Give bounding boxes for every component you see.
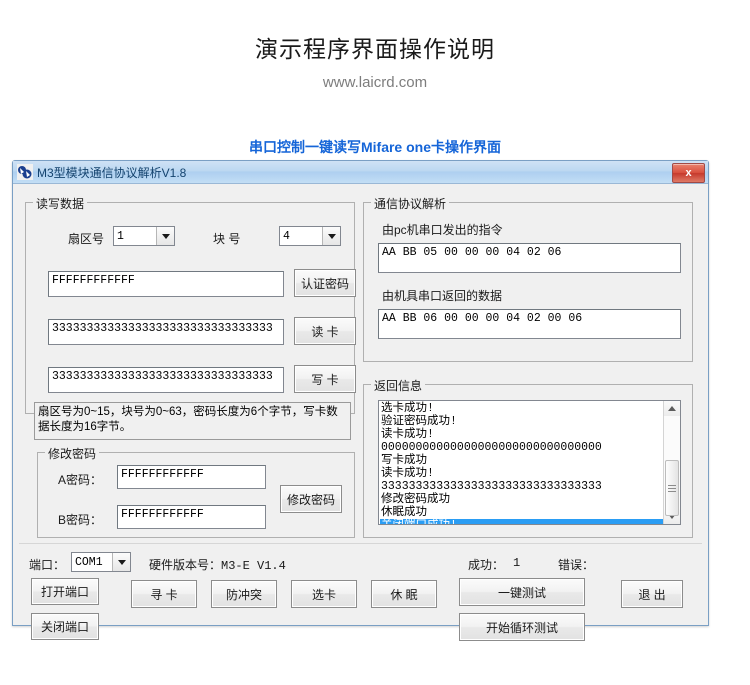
application-window: M3型模块通信协议解析V1.8 x 读写数据 扇区号 1 块 号 4 FFFFF…	[12, 160, 709, 641]
scroll-up-icon[interactable]	[664, 401, 680, 416]
password-input[interactable]: FFFFFFFFFFFF	[48, 271, 284, 297]
read-data-input[interactable]: 33333333333333333333333333333333	[48, 319, 284, 345]
window-titlebar: M3型模块通信协议解析V1.8 x	[13, 161, 708, 184]
list-item[interactable]: 修改密码成功	[380, 493, 663, 506]
chevron-down-icon	[322, 227, 340, 245]
read-card-button[interactable]: 读 卡	[294, 317, 356, 345]
return-info-listbox[interactable]: 选卡成功! 验证密码成功! 读卡成功! 00000000000000000000000…	[378, 400, 681, 525]
page-title: 演示程序界面操作说明	[255, 36, 495, 62]
list-item[interactable]: 00000000000000000000000000000000	[380, 441, 663, 454]
return-info-items: 选卡成功! 验证密码成功! 读卡成功! 00000000000000000000000…	[379, 401, 663, 524]
return-info-group-legend: 返回信息	[371, 377, 426, 394]
list-item[interactable]: 关闭端口成功!	[380, 519, 663, 524]
success-count: 1	[513, 556, 521, 570]
modify-password-button[interactable]: 修改密码	[280, 485, 342, 513]
password-a-input[interactable]: FFFFFFFFFFFF	[117, 465, 266, 489]
anticollision-button[interactable]: 防冲突	[211, 580, 277, 608]
window-client-area: 读写数据 扇区号 1 块 号 4 FFFFFFFFFFFF 认证密码 33333…	[13, 184, 708, 641]
close-port-button[interactable]: 关闭端口	[31, 613, 99, 640]
list-item[interactable]: 读卡成功!	[380, 428, 663, 441]
list-item[interactable]: 读卡成功!	[380, 467, 663, 480]
bottom-divider	[19, 543, 702, 544]
port-select[interactable]: COM1	[71, 552, 131, 572]
password-a-label: A密码：	[58, 473, 103, 487]
protocol-group-legend: 通信协议解析	[371, 195, 450, 212]
window-title: M3型模块通信协议解析V1.8	[37, 165, 187, 180]
list-item[interactable]: 写卡成功	[380, 454, 663, 467]
find-card-button[interactable]: 寻 卡	[131, 580, 197, 608]
scrollbar-track[interactable]	[664, 416, 680, 516]
usage-hint-text: 扇区号为0~15，块号为0~63，密码长度为6个字节，写卡数据长度为16字节。	[34, 402, 351, 440]
select-card-button[interactable]: 选卡	[291, 580, 357, 608]
password-b-label: B密码：	[58, 513, 103, 527]
auth-password-button[interactable]: 认证密码	[294, 269, 356, 297]
block-select[interactable]: 4	[279, 226, 341, 246]
modify-password-group-legend: 修改密码	[45, 445, 100, 462]
hardware-version-label: 硬件版本号：M3-E V1.4	[149, 559, 286, 573]
password-b-input[interactable]: FFFFFFFFFFFF	[117, 505, 266, 529]
scrollbar-thumb[interactable]	[665, 460, 679, 516]
exit-button[interactable]: 退 出	[621, 580, 683, 608]
block-select-value: 4	[283, 229, 290, 243]
received-data-label: 由机具串口返回的数据	[382, 289, 503, 303]
list-item[interactable]: 休眠成功	[380, 506, 663, 519]
one-key-test-button[interactable]: 一键测试	[459, 578, 585, 606]
loop-test-button[interactable]: 开始循环测试	[459, 613, 585, 641]
app-icon	[17, 164, 33, 180]
list-item[interactable]: 33333333333333333333333333333333	[380, 480, 663, 493]
error-label: 错误：	[558, 558, 595, 572]
modify-password-group: 修改密码 A密码： FFFFFFFFFFFF B密码： FFFFFFFFFFFF…	[37, 445, 355, 538]
protocol-group: 通信协议解析 由pc机串口发出的指令 AA BB 05 00 00 00 04 …	[363, 195, 693, 362]
open-port-button[interactable]: 打开端口	[31, 578, 99, 605]
received-data-field[interactable]: AA BB 06 00 00 00 04 02 00 06	[378, 309, 681, 339]
close-button[interactable]: x	[672, 163, 705, 183]
section-caption: 串口控制一键读写Mifare one卡操作界面	[248, 139, 501, 155]
chevron-down-icon	[112, 553, 130, 571]
list-item[interactable]: 选卡成功!	[380, 402, 663, 415]
sector-select-value: 1	[117, 229, 124, 243]
sleep-button[interactable]: 休 眠	[371, 580, 437, 608]
sent-command-label: 由pc机串口发出的指令	[382, 223, 503, 237]
read-write-group-legend: 读写数据	[33, 195, 88, 212]
sent-command-field[interactable]: AA BB 05 00 00 00 04 02 06	[378, 243, 681, 273]
listbox-scrollbar[interactable]	[663, 401, 680, 524]
success-label: 成功：	[468, 558, 505, 572]
port-label: 端口：	[29, 558, 66, 572]
block-label: 块 号	[213, 232, 241, 246]
write-data-input[interactable]: 33333333333333333333333333333333	[48, 367, 284, 393]
port-select-value: COM1	[75, 555, 103, 569]
sector-select[interactable]: 1	[113, 226, 175, 246]
list-item[interactable]: 验证密码成功!	[380, 415, 663, 428]
read-write-group: 读写数据 扇区号 1 块 号 4 FFFFFFFFFFFF 认证密码 33333…	[25, 195, 356, 414]
sector-label: 扇区号	[68, 232, 105, 246]
return-info-group: 返回信息 选卡成功! 验证密码成功! 读卡成功! 000000000000000000…	[363, 377, 693, 538]
page-subtitle-url: www.laicrd.com	[322, 74, 428, 91]
chevron-down-icon	[156, 227, 174, 245]
write-card-button[interactable]: 写 卡	[294, 365, 356, 393]
